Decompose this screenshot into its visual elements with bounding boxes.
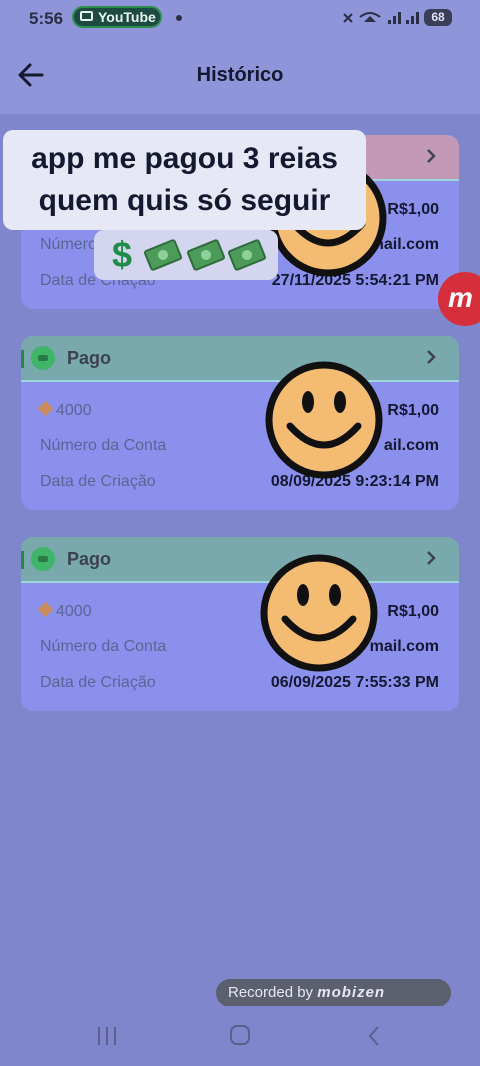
recent-apps-icon[interactable] bbox=[96, 1026, 118, 1046]
account-label: Número bbox=[40, 236, 97, 253]
home-icon[interactable] bbox=[230, 1025, 250, 1045]
chevron-right-icon bbox=[427, 149, 436, 163]
recorded-by-watermark: Recorded by mobizen bbox=[216, 979, 451, 1007]
card-header[interactable]: Pago bbox=[21, 537, 459, 583]
account-value: ail.com bbox=[383, 437, 439, 454]
money-with-wings-icon bbox=[227, 238, 267, 272]
money-with-wings-icon bbox=[143, 238, 183, 272]
caption-line-1: app me pagou 3 reias bbox=[31, 142, 338, 175]
page-title: Histórico bbox=[196, 64, 284, 86]
recorded-by-label: Recorded by bbox=[228, 984, 314, 1001]
notification-dot-icon bbox=[176, 15, 182, 21]
screen-cast-icon bbox=[80, 11, 93, 21]
date-label: Data de Criação bbox=[40, 674, 156, 691]
account-label: Número da Conta bbox=[40, 638, 167, 655]
diamond-icon bbox=[37, 601, 54, 618]
status-label: Pago bbox=[67, 549, 112, 569]
status-label: Pago bbox=[67, 348, 112, 368]
system-back-icon[interactable] bbox=[366, 1024, 382, 1048]
status-accent-bar bbox=[21, 551, 24, 569]
money-emoji-strip: $ bbox=[94, 230, 278, 280]
amount-value: R$1,00 bbox=[387, 402, 439, 419]
cash-status-icon bbox=[31, 547, 55, 571]
amount-value: R$1,00 bbox=[387, 603, 439, 620]
video-caption: app me pagou 3 reias quem quis só seguir bbox=[3, 130, 366, 230]
date-label: Data de Criação bbox=[40, 473, 156, 490]
app-bar: Histórico bbox=[0, 36, 480, 114]
status-time: 5:56 bbox=[29, 9, 64, 28]
signal-wifi-icons bbox=[343, 12, 419, 24]
plan-value: 4000 bbox=[56, 603, 92, 620]
plan-value: 4000 bbox=[56, 402, 92, 419]
account-value: mail.com bbox=[369, 638, 439, 655]
money-with-wings-icon bbox=[186, 238, 226, 272]
youtube-notification-pill[interactable]: YouTube bbox=[72, 6, 162, 28]
system-navigation-bar bbox=[0, 1006, 480, 1066]
amount-value: R$1,00 bbox=[387, 201, 439, 218]
date-value: 06/09/2025 7:55:33 PM bbox=[270, 674, 439, 691]
mobizen-floating-button[interactable]: m bbox=[438, 272, 480, 326]
smiley-sticker-icon bbox=[265, 361, 383, 479]
transaction-card[interactable]: Pago 4000 R$1,00 Número da Conta ail.com… bbox=[21, 336, 459, 510]
battery-indicator: 68 bbox=[424, 9, 452, 26]
diamond-icon bbox=[37, 400, 54, 417]
smiley-sticker-icon bbox=[260, 554, 378, 672]
status-accent-bar bbox=[21, 350, 24, 368]
card-header[interactable]: Pago bbox=[21, 336, 459, 382]
youtube-label: YouTube bbox=[98, 9, 156, 25]
chevron-right-icon bbox=[427, 551, 436, 565]
dollar-sign-icon: $ bbox=[112, 234, 133, 275]
caption-line-2: quem quis só seguir bbox=[38, 184, 331, 217]
status-bar: 5:56 YouTube 68 bbox=[0, 0, 480, 36]
chevron-right-icon bbox=[427, 350, 436, 364]
transaction-card[interactable]: Pago 4000 R$1,00 Número da Conta mail.co… bbox=[21, 537, 459, 711]
plan-label: 4000 bbox=[37, 400, 92, 420]
account-label: Número da Conta bbox=[40, 437, 167, 454]
recorder-brand: mobizen bbox=[317, 984, 386, 1001]
plan-label: 4000 bbox=[37, 601, 92, 621]
cash-status-icon bbox=[31, 346, 55, 370]
